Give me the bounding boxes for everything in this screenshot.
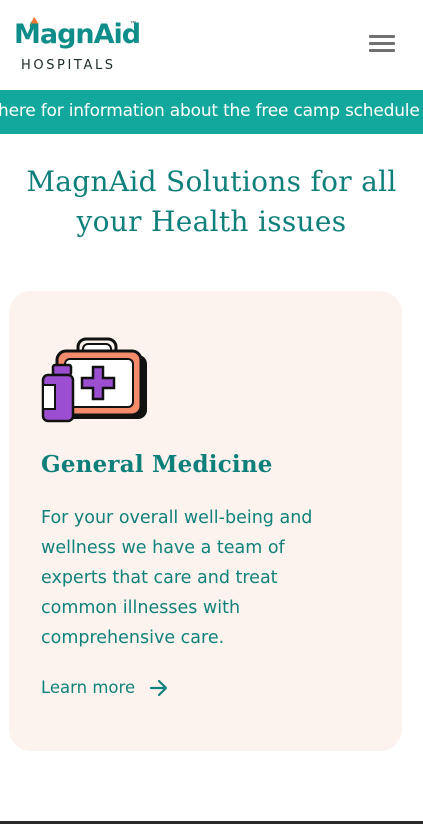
learn-more-label[interactable]: Learn more — [41, 678, 135, 697]
learn-more-link[interactable]: Learn more — [41, 678, 169, 697]
logo-wordmark: MagnAid — [14, 19, 141, 50]
announcement-bar[interactable]: here for information about the free camp… — [0, 90, 423, 134]
logo-trademark: ™ — [130, 21, 136, 27]
magnaid-logo[interactable]: MagnAid ™ HOSPITALS — [14, 16, 141, 76]
medical-kit-icon — [41, 337, 147, 423]
arrow-right-icon[interactable] — [149, 679, 169, 697]
announcement-text[interactable]: here for information about the free camp… — [0, 101, 420, 121]
service-card-general-medicine: General Medicine For your overall well-b… — [9, 291, 402, 751]
site-header: MagnAid ™ HOSPITALS — [0, 0, 423, 90]
card-description: For your overall well-being and wellness… — [41, 508, 313, 648]
logo-subtitle: HOSPITALS — [21, 58, 116, 73]
hamburger-menu-icon[interactable] — [366, 32, 396, 56]
hero-title: MagnAid Solutions for all your Health is… — [26, 165, 397, 238]
card-title: General Medicine — [41, 451, 273, 478]
